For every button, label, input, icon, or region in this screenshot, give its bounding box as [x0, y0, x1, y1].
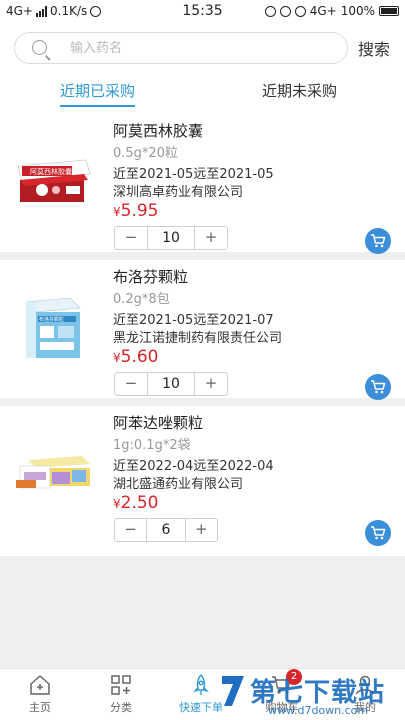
- nav-label: 购物车: [265, 701, 299, 714]
- quantity-value[interactable]: 6: [146, 519, 186, 541]
- currency-symbol: ¥: [113, 351, 121, 365]
- bluetooth-icon: [264, 5, 276, 17]
- battery-percent: 100%: [340, 4, 375, 18]
- purchase-tabs: 近期已采购 近期未采购: [0, 72, 405, 114]
- product-image-amoxicillin: 阿莫西林胶囊: [17, 159, 91, 202]
- nav-label: 分类: [110, 701, 132, 714]
- price-amount: 5.95: [120, 201, 159, 221]
- add-to-cart-button[interactable]: [365, 228, 391, 254]
- price-amount: 5.60: [120, 347, 159, 367]
- nav-category[interactable]: 分类: [91, 673, 151, 715]
- status-right: 4G+ 100%: [264, 4, 399, 18]
- box-label: 阿莫西林胶囊: [30, 167, 72, 176]
- cart-icon: [371, 380, 386, 394]
- product-name: 阿莫西林胶囊: [113, 122, 204, 140]
- alarm-icon: [294, 5, 306, 17]
- product-price: ¥5.95: [113, 201, 159, 221]
- product-price: ¥2.50: [113, 493, 159, 513]
- add-to-cart-button[interactable]: [365, 520, 391, 546]
- quantity-stepper: − 10 +: [114, 226, 228, 250]
- quantity-stepper: − 10 +: [114, 372, 228, 396]
- product-company: 深圳高卓药业有限公司: [113, 185, 244, 200]
- list-item[interactable]: 阿苯达唑颗粒 1g:0.1g*2袋 近至2022-04远至2022-04 湖北盛…: [0, 406, 405, 556]
- nav-label: 我的: [354, 701, 376, 714]
- product-company: 黑龙江诺捷制药有限责任公司: [113, 331, 283, 346]
- product-price: ¥5.60: [113, 347, 159, 367]
- cart-icon: [371, 526, 386, 540]
- product-image-albendazole: [16, 456, 90, 489]
- quick-order-screen: 4G+ 0.1K/s 15:35 4G+ 100% 搜索 近期已采购 近期未采: [0, 0, 405, 720]
- product-spec: 0.2g*8包: [113, 292, 170, 307]
- cart-icon: [371, 234, 386, 248]
- product-expiry: 近至2021-05远至2021-07: [113, 313, 274, 328]
- tab-recent-purchased[interactable]: 近期已采购: [60, 80, 136, 107]
- tab-label: 近期已采购: [60, 82, 136, 100]
- product-spec: 1g:0.1g*2袋: [113, 438, 191, 453]
- list-item[interactable]: 布洛芬颗粒 布洛芬颗粒 0.2g*8包 近至2021-05远至2021-07 黑…: [0, 260, 405, 406]
- list-item[interactable]: 阿莫西林胶囊 阿莫西林胶囊 0.5g*20粒 近至2021-05远至2021-0…: [0, 114, 405, 260]
- quantity-value[interactable]: 10: [147, 227, 195, 249]
- price-amount: 2.50: [120, 493, 159, 513]
- bottom-nav: 主页 分类 快速下单 2 购物车 我的: [0, 668, 405, 720]
- product-expiry: 近至2021-05远至2021-05: [113, 167, 274, 182]
- search-box: [14, 32, 348, 64]
- product-company: 湖北盛通药业有限公司: [113, 477, 244, 492]
- search-bar: 搜索: [0, 24, 405, 72]
- right-network-type: 4G+: [309, 4, 337, 18]
- increase-button[interactable]: +: [186, 519, 217, 541]
- decrease-button[interactable]: −: [115, 227, 147, 249]
- status-bar: 4G+ 0.1K/s 15:35 4G+ 100%: [0, 0, 405, 24]
- nav-label: 主页: [29, 701, 51, 714]
- tab-label: 近期未采购: [262, 82, 338, 100]
- nav-cart[interactable]: 2 购物车: [252, 669, 312, 715]
- nav-home[interactable]: 主页: [10, 673, 70, 715]
- increase-button[interactable]: +: [195, 373, 227, 395]
- quantity-stepper: − 6 +: [114, 518, 218, 542]
- nav-label: 快速下单: [179, 701, 223, 714]
- add-to-cart-button[interactable]: [365, 374, 391, 400]
- currency-symbol: ¥: [113, 497, 121, 511]
- cart-badge: 2: [286, 669, 302, 685]
- product-image-ibuprofen: 布洛芬颗粒: [25, 297, 81, 358]
- product-name: 布洛芬颗粒: [113, 268, 189, 286]
- rocket-icon: [193, 674, 209, 695]
- tab-recent-not-purchased[interactable]: 近期未采购: [262, 80, 337, 101]
- user-icon: [355, 675, 375, 695]
- search-icon: [32, 40, 47, 55]
- decrease-button[interactable]: −: [115, 519, 146, 541]
- search-button[interactable]: 搜索: [358, 36, 390, 60]
- search-input[interactable]: [70, 38, 330, 58]
- product-expiry: 近至2022-04远至2022-04: [113, 459, 274, 474]
- tab-active-indicator: [60, 105, 136, 107]
- product-spec: 0.5g*20粒: [113, 146, 178, 161]
- box-label: 布洛芬颗粒: [39, 316, 64, 323]
- increase-button[interactable]: +: [195, 227, 227, 249]
- vibrate-icon: [279, 5, 291, 17]
- quantity-value[interactable]: 10: [147, 373, 195, 395]
- product-name: 阿苯达唑颗粒: [113, 414, 204, 432]
- product-list: 阿莫西林胶囊 阿莫西林胶囊 0.5g*20粒 近至2021-05远至2021-0…: [0, 114, 405, 556]
- currency-symbol: ¥: [113, 205, 121, 219]
- grid-icon: [111, 675, 131, 695]
- nav-quick-order[interactable]: 快速下单: [171, 673, 231, 715]
- home-icon: [30, 675, 50, 695]
- decrease-button[interactable]: −: [115, 373, 147, 395]
- nav-me[interactable]: 我的: [335, 673, 395, 715]
- battery-icon: [379, 6, 399, 16]
